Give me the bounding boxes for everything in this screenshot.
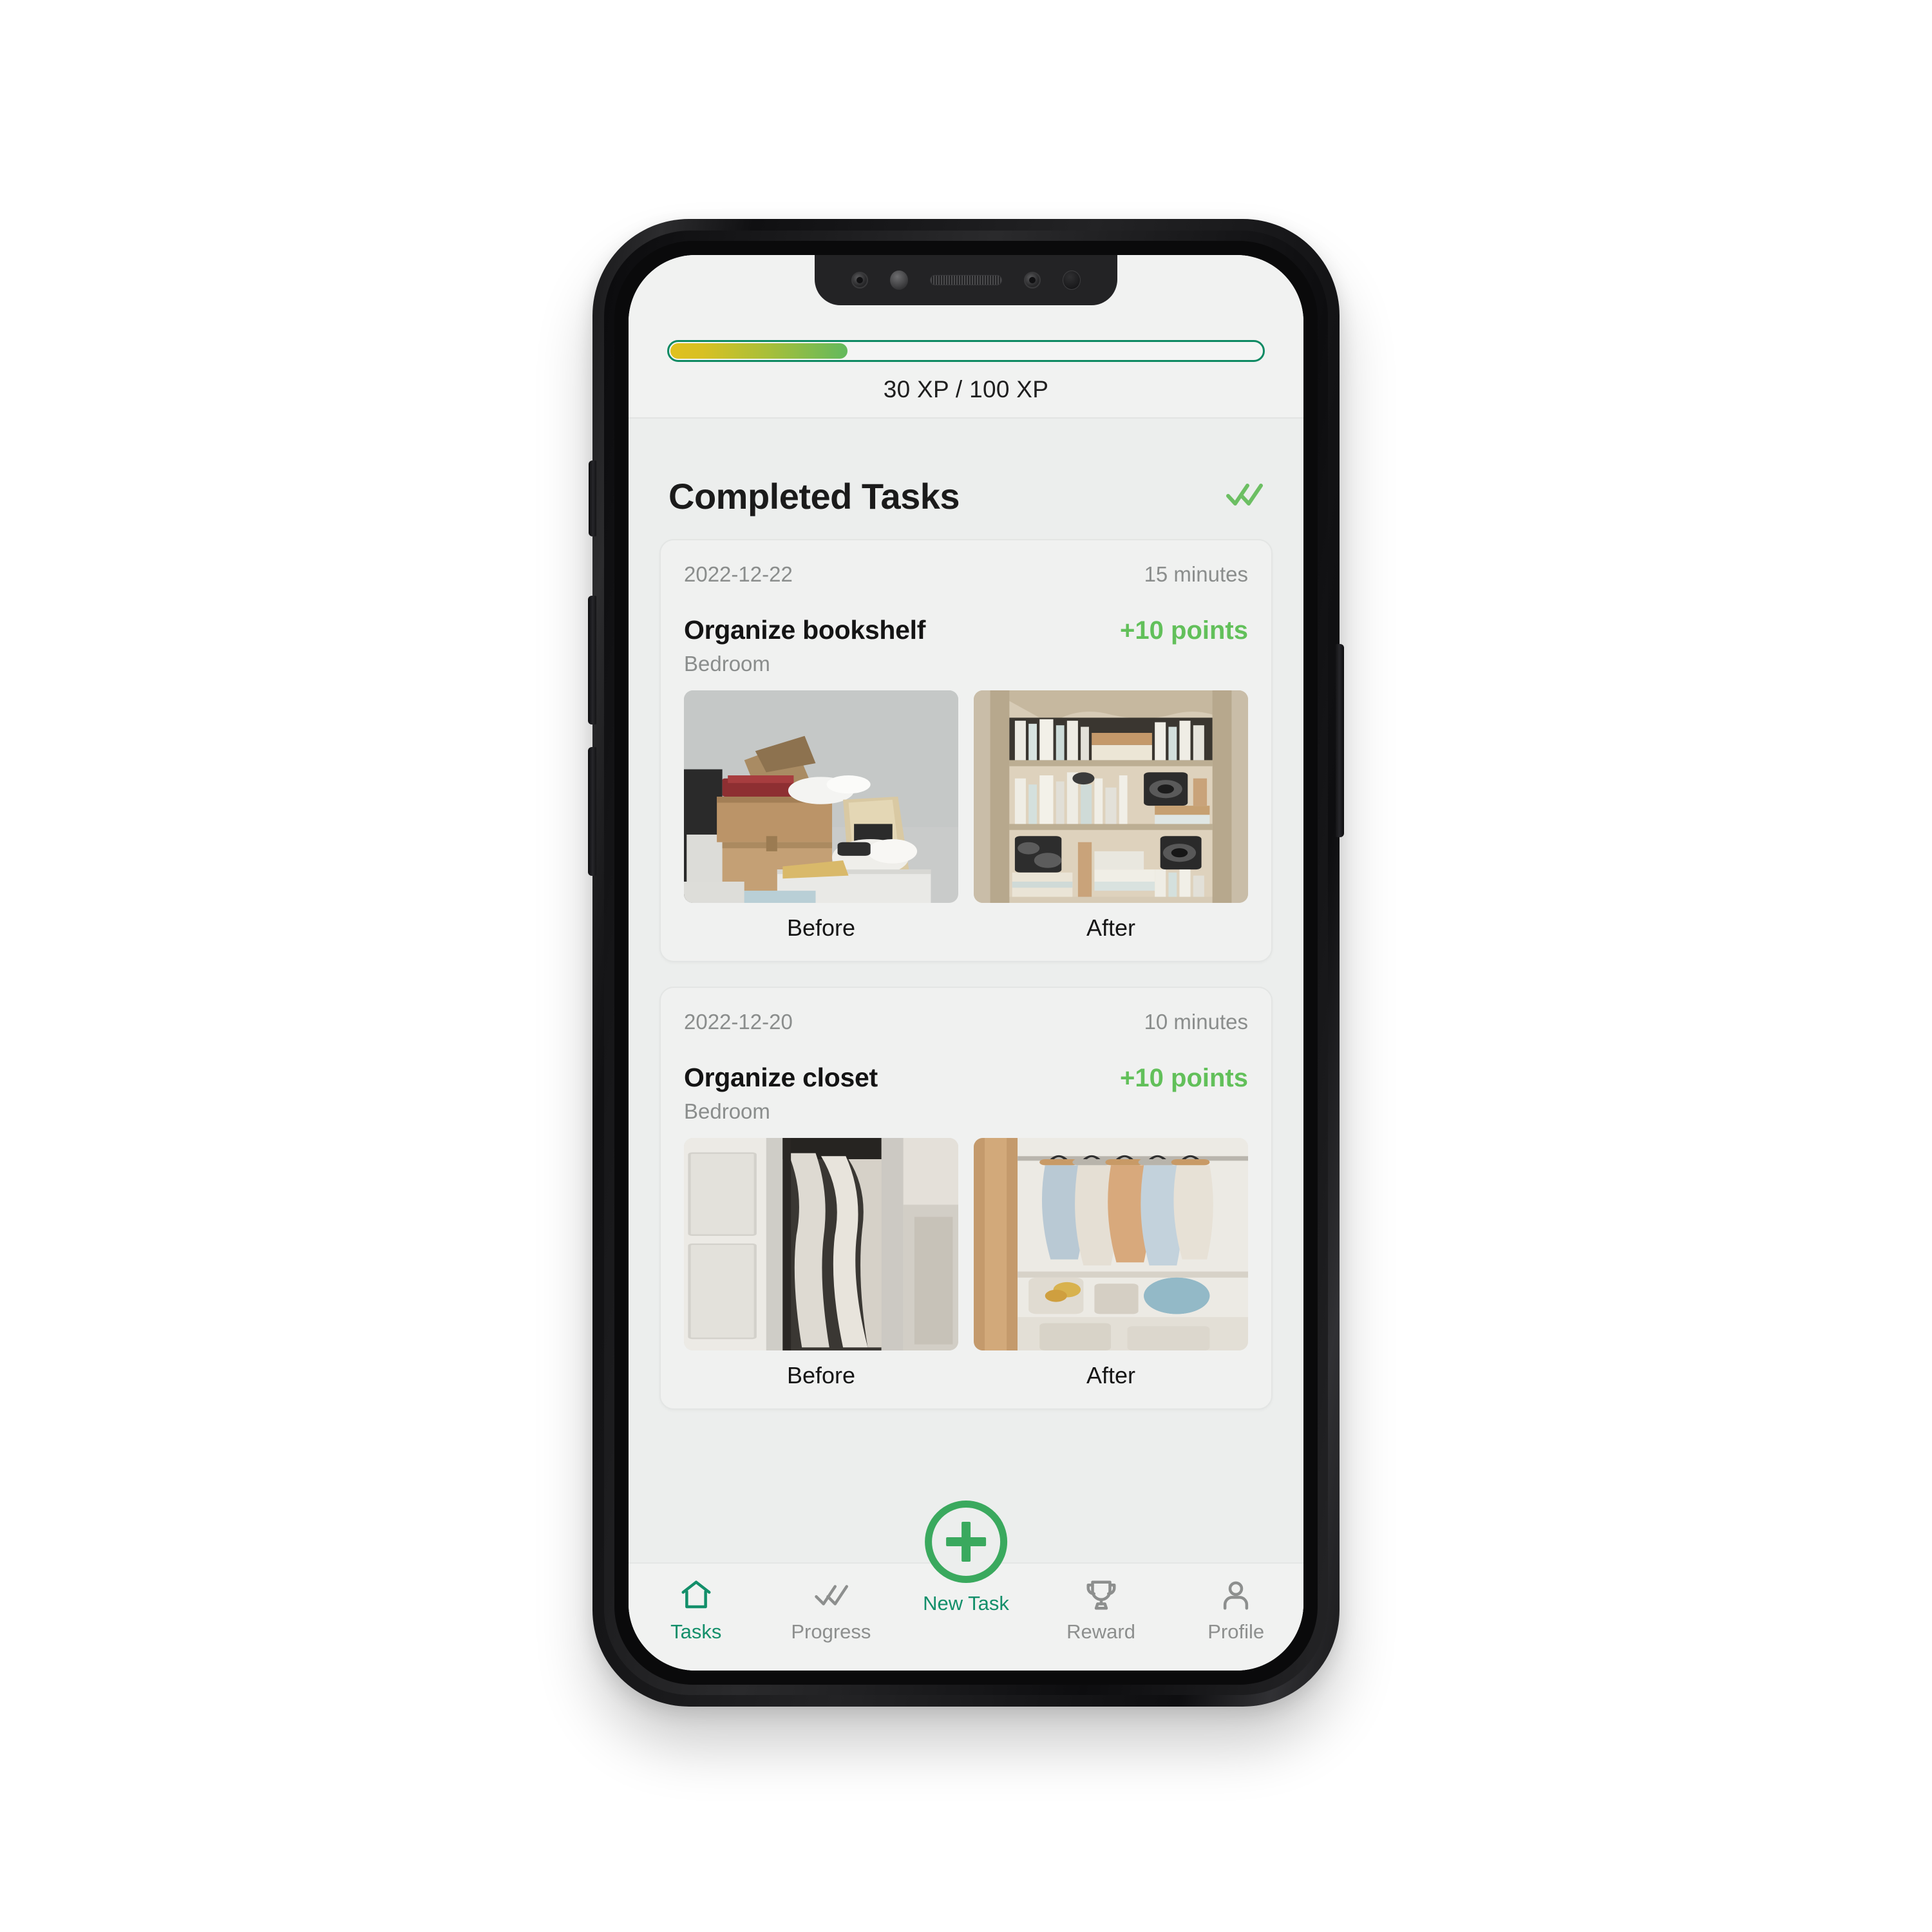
nav-label-reward: Reward bbox=[1066, 1620, 1135, 1643]
task-date: 2022-12-20 bbox=[684, 1010, 793, 1034]
xp-progress-fill bbox=[670, 343, 848, 359]
section-header: Completed Tasks bbox=[659, 419, 1273, 539]
task-duration: 10 minutes bbox=[1144, 1010, 1248, 1034]
task-date: 2022-12-22 bbox=[684, 562, 793, 586]
task-meta: 2022-12-20 10 minutes bbox=[684, 1010, 1248, 1034]
earpiece-speaker bbox=[930, 275, 1002, 285]
nav-label-profile: Profile bbox=[1208, 1620, 1265, 1643]
page-title: Completed Tasks bbox=[668, 476, 960, 516]
task-room: Bedroom bbox=[684, 1099, 770, 1123]
plus-icon bbox=[946, 1522, 986, 1562]
after-photo-column: After bbox=[974, 1138, 1248, 1389]
before-after-gallery: Before After bbox=[684, 1138, 1248, 1389]
nav-item-progress[interactable]: Progress bbox=[764, 1578, 899, 1643]
task-card[interactable]: 2022-12-20 10 minutes Organize closet +1… bbox=[659, 987, 1273, 1410]
proximity-sensor-icon bbox=[1024, 272, 1041, 289]
new-task-button[interactable] bbox=[925, 1501, 1007, 1583]
task-title: Organize bookshelf bbox=[684, 615, 926, 645]
phone-device: 30 XP / 100 XP Completed Tasks 2022-12-2… bbox=[588, 219, 1344, 1707]
mute-switch[interactable] bbox=[589, 460, 596, 536]
before-photo[interactable] bbox=[684, 1138, 958, 1350]
after-photo[interactable] bbox=[974, 1138, 1248, 1350]
phone-screen: 30 XP / 100 XP Completed Tasks 2022-12-2… bbox=[629, 255, 1303, 1671]
double-check-icon bbox=[813, 1578, 849, 1613]
task-meta: 2022-12-22 15 minutes bbox=[684, 562, 1248, 587]
task-points-badge: +10 points bbox=[1120, 616, 1248, 645]
before-photo[interactable] bbox=[684, 690, 958, 903]
nav-item-reward[interactable]: Reward bbox=[1034, 1578, 1169, 1643]
xp-progress-bar bbox=[667, 340, 1265, 362]
volume-down-button[interactable] bbox=[588, 747, 596, 876]
home-icon bbox=[679, 1578, 714, 1613]
task-title-row: Organize bookshelf +10 points bbox=[684, 615, 1248, 645]
sensor-icon bbox=[851, 272, 868, 289]
before-label: Before bbox=[786, 1362, 856, 1388]
xp-label: 30 XP / 100 XP bbox=[883, 376, 1049, 402]
after-photo-column: After bbox=[974, 690, 1248, 942]
ir-camera-icon bbox=[1063, 270, 1081, 290]
double-check-icon bbox=[1226, 481, 1264, 511]
task-list-scroll[interactable]: Completed Tasks 2022-12-22 15 minutes Or… bbox=[629, 419, 1303, 1562]
task-room: Bedroom bbox=[684, 652, 770, 676]
task-points-badge: +10 points bbox=[1120, 1064, 1248, 1092]
volume-up-button[interactable] bbox=[588, 596, 596, 724]
power-button[interactable] bbox=[1336, 644, 1344, 837]
task-title: Organize closet bbox=[684, 1063, 878, 1092]
trophy-icon bbox=[1084, 1578, 1119, 1613]
nav-label-tasks: Tasks bbox=[670, 1620, 722, 1643]
new-task-label: New Task bbox=[923, 1592, 1009, 1615]
nav-label-progress: Progress bbox=[791, 1620, 871, 1643]
nav-item-tasks[interactable]: Tasks bbox=[629, 1578, 764, 1643]
task-duration: 15 minutes bbox=[1144, 562, 1248, 586]
phone-notch bbox=[815, 255, 1117, 305]
after-label: After bbox=[1086, 1362, 1136, 1388]
nav-item-profile[interactable]: Profile bbox=[1168, 1578, 1303, 1643]
app-root: 30 XP / 100 XP Completed Tasks 2022-12-2… bbox=[629, 255, 1303, 1671]
front-camera-icon bbox=[890, 270, 908, 290]
new-task-fab-wrapper: New Task bbox=[923, 1501, 1009, 1615]
after-label: After bbox=[1086, 914, 1136, 941]
screenshot-canvas: 30 XP / 100 XP Completed Tasks 2022-12-2… bbox=[0, 0, 1932, 1932]
before-photo-column: Before bbox=[684, 1138, 958, 1389]
person-icon bbox=[1218, 1578, 1253, 1613]
task-card[interactable]: 2022-12-22 15 minutes Organize bookshelf… bbox=[659, 539, 1273, 962]
before-label: Before bbox=[786, 914, 856, 941]
before-after-gallery: Before After bbox=[684, 690, 1248, 942]
task-title-row: Organize closet +10 points bbox=[684, 1063, 1248, 1093]
after-photo[interactable] bbox=[974, 690, 1248, 903]
before-photo-column: Before bbox=[684, 690, 958, 942]
